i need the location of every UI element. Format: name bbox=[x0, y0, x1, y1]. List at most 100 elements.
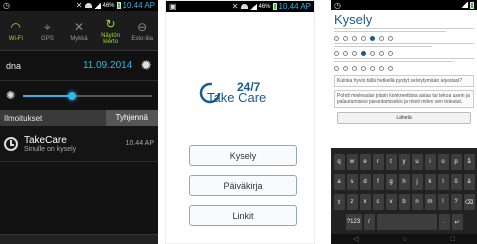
shade-drag-handle[interactable] bbox=[0, 234, 158, 244]
toggle-mute[interactable]: ✕ Mykkä bbox=[63, 11, 95, 50]
toggle-gps[interactable]: ⌖ GPS bbox=[32, 11, 64, 50]
battery-icon bbox=[116, 2, 121, 9]
key-t[interactable]: t bbox=[385, 154, 397, 170]
answer-field-1[interactable]: Kuinka hyvin tällä hetkellä pystyt selvi… bbox=[334, 75, 474, 87]
logo-text-takecare: Take Care bbox=[207, 90, 267, 105]
key-.[interactable]: . bbox=[438, 214, 450, 230]
status-image-icon: ▣ bbox=[169, 2, 177, 11]
toggle-block-label: Esto-tila bbox=[131, 35, 154, 42]
key-![interactable]: ! bbox=[437, 194, 449, 210]
mute-icon: ✕ bbox=[73, 19, 85, 34]
key-h[interactable]: h bbox=[398, 174, 410, 190]
key-r[interactable]: r bbox=[372, 154, 384, 170]
notifications-header: Ilmoitukset Tyhjennä bbox=[0, 110, 158, 126]
toggle-block[interactable]: ⊖ Esto-tila bbox=[126, 11, 158, 50]
toggle-wifi-label: Wi-Fi bbox=[8, 35, 23, 42]
carrier-name: dna bbox=[6, 60, 22, 71]
key-j[interactable]: j bbox=[411, 174, 423, 190]
key-u[interactable]: u bbox=[411, 154, 423, 170]
keyboard-row: asdfghjklöä bbox=[331, 174, 477, 190]
clear-button[interactable]: Tyhjennä bbox=[105, 110, 158, 126]
question-text bbox=[331, 57, 477, 65]
mute-status-icon: ✕ bbox=[231, 2, 239, 11]
toggle-rotate[interactable]: ↻ Näytön kierto bbox=[95, 11, 127, 50]
status-bar: ◷ ✕ 46% 10.44 AP bbox=[0, 0, 158, 11]
wifi-status-icon bbox=[84, 3, 92, 8]
status-bar: ▣ ✕ 46% 10.44 AP bbox=[166, 1, 314, 12]
status-time: 10.44 AP bbox=[278, 2, 311, 11]
toggle-wifi[interactable]: ◠ Wi-Fi bbox=[0, 11, 32, 50]
key-?123[interactable]: ?123 bbox=[345, 214, 362, 230]
mute-status-icon: ✕ bbox=[75, 1, 83, 10]
question-scale[interactable] bbox=[331, 65, 477, 72]
key-n[interactable]: n bbox=[411, 194, 423, 210]
key-m[interactable]: m bbox=[424, 194, 436, 210]
submit-button[interactable]: Lähetä bbox=[337, 112, 471, 124]
notification-shade-screen: ◷ ✕ 46% 10.44 AP ◠ Wi-Fi ⌖ GPS ✕ Mykkä ↻… bbox=[0, 0, 158, 244]
brightness-slider-thumb[interactable] bbox=[68, 91, 77, 100]
key-s[interactable]: s bbox=[346, 174, 358, 190]
question-scale[interactable] bbox=[331, 50, 477, 57]
key-g[interactable]: g bbox=[385, 174, 397, 190]
keyboard-row: ⇧ z x c v b n m!? ⌫ bbox=[331, 194, 477, 210]
takecare-home-screen: ▣ ✕ 46% 10.44 AP 24/7 Take Care Kysely P… bbox=[165, 0, 315, 244]
key-p[interactable]: p bbox=[450, 154, 462, 170]
question-text bbox=[331, 27, 477, 35]
page-title: Kysely bbox=[334, 12, 373, 27]
key-d[interactable]: d bbox=[359, 174, 371, 190]
home-icon[interactable]: ○ bbox=[402, 236, 406, 243]
key-l[interactable]: l bbox=[437, 174, 449, 190]
brightness-slider[interactable] bbox=[23, 91, 152, 100]
key-/[interactable]: / bbox=[363, 214, 375, 230]
key-k[interactable]: k bbox=[424, 174, 436, 190]
signal-icon bbox=[249, 3, 257, 10]
paivakirja-button[interactable]: Päiväkirja bbox=[189, 175, 297, 196]
key-z[interactable]: z bbox=[346, 194, 358, 210]
key-↵[interactable]: ↵ bbox=[451, 214, 463, 230]
key-⌫[interactable]: ⌫ bbox=[463, 194, 475, 210]
settings-gear-icon[interactable]: ✹ bbox=[140, 57, 152, 74]
toggle-mute-label: Mykkä bbox=[70, 35, 88, 42]
key-v[interactable]: v bbox=[385, 194, 397, 210]
nav-bar: ◁ ○ □ bbox=[331, 234, 477, 244]
keyboard-row: ?123/ . ↵ bbox=[331, 214, 477, 230]
key-x[interactable]: x bbox=[359, 194, 371, 210]
key-c[interactable]: c bbox=[372, 194, 384, 210]
status-time: 10.44 AP bbox=[122, 1, 155, 10]
key-i[interactable]: i bbox=[424, 154, 436, 170]
key-ö[interactable]: ö bbox=[450, 174, 462, 190]
key-a[interactable]: a bbox=[333, 174, 345, 190]
linkit-button[interactable]: Linkit bbox=[189, 205, 297, 226]
key-f[interactable]: f bbox=[372, 174, 384, 190]
toggle-gps-label: GPS bbox=[41, 35, 54, 42]
key-q[interactable]: q bbox=[333, 154, 345, 170]
brightness-row: ✺ bbox=[0, 81, 158, 110]
signal-icon bbox=[461, 2, 468, 8]
key-y[interactable]: y bbox=[398, 154, 410, 170]
key-e[interactable]: e bbox=[359, 154, 371, 170]
notification-item[interactable]: TakeCare Sinulle on kysely 10.44 AP bbox=[0, 126, 158, 162]
brightness-slider-fill bbox=[23, 94, 73, 97]
back-icon[interactable]: ◁ bbox=[353, 235, 358, 243]
key-å[interactable]: å bbox=[463, 154, 475, 170]
takecare-notification-icon bbox=[4, 136, 18, 151]
onscreen-keyboard: q w e r t y u i o p å a s d f g h j k l ö ä ⇧ z x c v b n m!? ⌫ ?123/ .… bbox=[331, 148, 477, 244]
key-ä[interactable]: ä bbox=[463, 174, 475, 190]
toggle-rotate-label: Näytön kierto bbox=[101, 32, 121, 45]
battery-percent: 46% bbox=[258, 3, 271, 10]
key-space[interactable] bbox=[376, 214, 437, 230]
question-scale[interactable] bbox=[331, 35, 477, 42]
key-⇧[interactable]: ⇧ bbox=[333, 194, 345, 210]
kysely-button[interactable]: Kysely bbox=[189, 145, 297, 166]
battery-icon bbox=[470, 1, 474, 9]
answer-field-2[interactable]: Pohdi mielessäsi jotain konkreettista as… bbox=[334, 90, 474, 108]
notification-subtitle: Sinulle on kysely bbox=[24, 145, 77, 153]
wifi-icon: ◠ bbox=[10, 19, 22, 34]
recents-icon[interactable]: □ bbox=[451, 236, 455, 243]
key-b[interactable]: b bbox=[398, 194, 410, 210]
key-o[interactable]: o bbox=[437, 154, 449, 170]
date-row: dna 11.09.2014 ✹ bbox=[0, 51, 158, 81]
key-?[interactable]: ? bbox=[450, 194, 462, 210]
key-w[interactable]: w bbox=[346, 154, 358, 170]
brightness-icon: ✺ bbox=[6, 90, 16, 102]
